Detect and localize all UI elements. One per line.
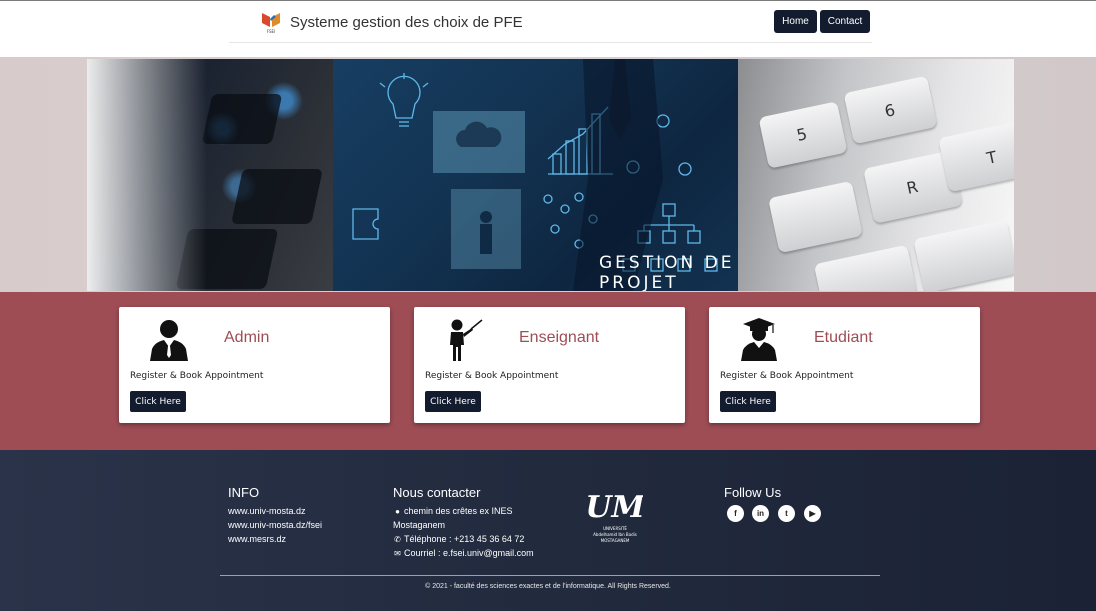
university-logo: UM UNIVERSITÉ Abdelhamid Ibn Badis MOSTA… (587, 490, 643, 543)
home-button[interactable]: Home (774, 10, 817, 33)
contact-email: ✉ Courriel : e.fsei.univ@gmail.com (393, 548, 534, 558)
enseignant-card: Enseignant Register & Book Appointment C… (414, 307, 685, 423)
role-cards-section: Admin Register & Book Appointment Click … (0, 292, 1096, 450)
university-logo-line3: MOSTAGANEM (601, 538, 630, 543)
banner-project-management-image: GESTION DE PROJET (333, 59, 738, 291)
follow-heading: Follow Us (724, 485, 782, 500)
copyright-text: © 2021 - faculté des sciences exactes et… (425, 583, 671, 590)
university-logo-mark: UM (587, 490, 643, 525)
contact-heading: Nous contacter (393, 485, 481, 500)
linkedin-icon[interactable]: in (752, 505, 769, 522)
hero-banner: GESTION DE PROJET 5 6 T R (87, 59, 1014, 291)
university-logo-line2: Abdelhamid Ibn Badis (593, 532, 637, 537)
info-link-fsei[interactable]: www.univ-mosta.dz/fsei (228, 520, 322, 530)
footer-divider (220, 575, 880, 576)
admin-click-here-button[interactable]: Click Here (130, 391, 186, 412)
enseignant-card-description: Register & Book Appointment (425, 371, 559, 381)
banner-caption: GESTION DE PROJET (599, 253, 735, 291)
twitter-icon[interactable]: t (778, 505, 795, 522)
admin-card-title: Admin (224, 329, 270, 346)
banner-dark-keyboard-image (87, 59, 333, 291)
teacher-icon (450, 319, 483, 361)
contact-address: ● chemin des crêtes ex INES (393, 506, 513, 516)
banner-white-keyboard-image: 5 6 T R (738, 59, 1014, 291)
contact-email-text[interactable]: Courriel : e.fsei.univ@gmail.com (404, 548, 534, 558)
logo-text: FSEI (267, 29, 275, 34)
envelope-icon: ✉ (394, 549, 401, 558)
admin-card-description: Register & Book Appointment (130, 371, 264, 381)
key-label-r: R (905, 177, 920, 198)
contact-address-line1: chemin des crêtes ex INES (404, 506, 513, 516)
site-header: FSEI Systeme gestion des choix de PFE Ho… (0, 1, 1096, 57)
info-heading: INFO (228, 485, 260, 500)
etudiant-click-here-button[interactable]: Click Here (720, 391, 776, 412)
etudiant-card-title: Etudiant (814, 329, 873, 346)
etudiant-card-description: Register & Book Appointment (720, 371, 854, 381)
university-logo-line1: UNIVERSITÉ (603, 526, 627, 531)
admin-user-icon (150, 320, 188, 361)
info-link-mesrs[interactable]: www.mesrs.dz (228, 534, 286, 544)
contact-phone: ✆ Téléphone : +213 45 36 64 72 (393, 534, 524, 544)
graduate-icon (741, 318, 777, 361)
map-marker-icon: ● (395, 507, 400, 516)
fsei-logo-icon[interactable]: FSEI (260, 10, 282, 34)
site-title[interactable]: Systeme gestion des choix de PFE (290, 14, 523, 31)
key-label-t: T (984, 147, 999, 168)
admin-card: Admin Register & Book Appointment Click … (119, 307, 390, 423)
contact-phone-text: Téléphone : +213 45 36 64 72 (404, 534, 525, 544)
key-label-6: 6 (883, 100, 897, 121)
site-footer: INFO www.univ-mosta.dz www.univ-mosta.dz… (0, 450, 1096, 611)
contact-button[interactable]: Contact (820, 10, 870, 33)
keyboard-key-labels: 5 6 T R (795, 100, 999, 198)
enseignant-card-title: Enseignant (519, 329, 600, 346)
info-link-univ-mosta[interactable]: www.univ-mosta.dz (228, 506, 306, 516)
facebook-icon[interactable]: f (727, 505, 744, 522)
key-label-5: 5 (795, 124, 809, 145)
header-bar: FSEI Systeme gestion des choix de PFE Ho… (229, 1, 872, 43)
enseignant-click-here-button[interactable]: Click Here (425, 391, 481, 412)
youtube-icon[interactable]: ▶ (804, 505, 821, 522)
etudiant-card: Etudiant Register & Book Appointment Cli… (709, 307, 980, 423)
phone-icon: ✆ (394, 535, 401, 544)
contact-address-city: Mostaganem (393, 520, 446, 530)
